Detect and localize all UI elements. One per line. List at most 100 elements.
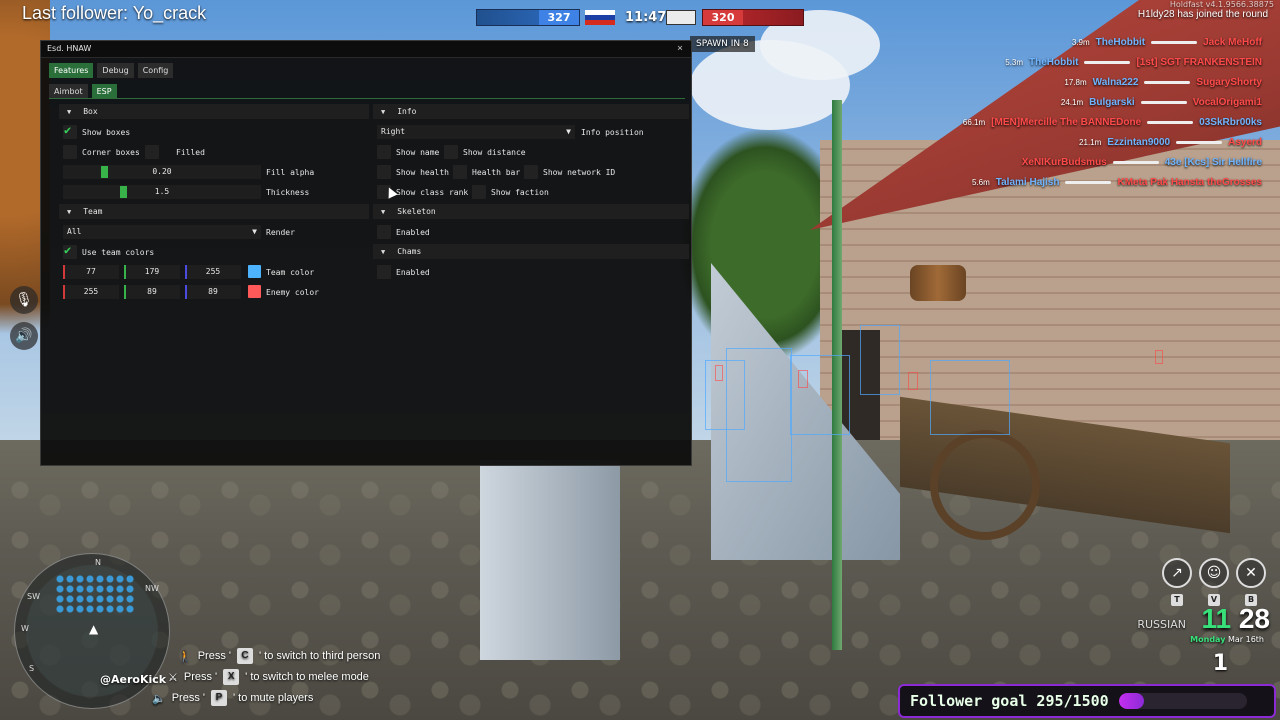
collapse-arrow-icon: ▼ <box>67 207 72 216</box>
weapon-icon <box>1084 60 1131 64</box>
follower-goal-track <box>1118 693 1247 709</box>
thickness-label: Thickness <box>266 188 310 197</box>
show-health-checkbox[interactable] <box>377 165 391 179</box>
killer-name: Ezzintan9000 <box>1107 136 1171 148</box>
info-section-header[interactable]: ▼ Info <box>373 104 689 119</box>
window-title[interactable]: Esd. HNAW <box>41 41 691 58</box>
speaker-icon: 🔈 <box>152 692 166 705</box>
sub-tabs: Aimbot ESP <box>49 84 117 99</box>
skeleton-enabled-checkbox[interactable] <box>377 225 391 239</box>
emote-icon[interactable]: ☺ <box>1199 558 1229 588</box>
show-name-checkbox[interactable] <box>377 145 391 159</box>
weapon-icon <box>1140 100 1187 104</box>
show-network-id-checkbox[interactable] <box>524 165 538 179</box>
chams-enabled-checkbox[interactable] <box>377 265 391 279</box>
killer-name: Talami Hajish <box>995 176 1060 188</box>
skeleton-section-header[interactable]: ▼ Skeleton <box>373 204 689 219</box>
victim-name: KMeta Pak Hansta theGrosses <box>1117 176 1262 188</box>
chams-section-header[interactable]: ▼ Chams <box>373 244 689 259</box>
enemy-color-g-value: 89 <box>147 287 157 296</box>
hint-third-person: 🚶 Press ' C ' to switch to third person <box>178 648 380 664</box>
enemy-color-g-input[interactable]: 89 <box>124 285 180 299</box>
order-icon[interactable]: ↗ <box>1162 558 1192 588</box>
collapse-arrow-icon: ▼ <box>381 247 386 256</box>
weapon-icon <box>1144 80 1191 84</box>
minimap-direction: SW <box>27 592 40 601</box>
box-section-header[interactable]: ▼ Box <box>59 104 369 119</box>
microphone-icon[interactable]: 🎙 <box>10 286 38 314</box>
filled-checkbox[interactable] <box>145 145 159 159</box>
chams-header-label: Chams <box>397 247 422 256</box>
thickness-slider[interactable]: 1.5 <box>63 185 261 199</box>
key-x-icon: X <box>223 669 240 685</box>
esp-menu-window[interactable]: Esd. HNAW × Features Debug Config Aimbot… <box>40 40 692 466</box>
hint-suffix: ' to switch to third person <box>258 650 381 662</box>
esp-marker <box>908 372 918 390</box>
enemy-color-swatch[interactable] <box>248 285 261 298</box>
melee-icon[interactable]: ✕ <box>1236 558 1266 588</box>
esp-box <box>790 355 850 435</box>
tab-config[interactable]: Config <box>137 63 174 78</box>
killfeed-row: 24.1m Bulgarski VocalOrigami1 <box>942 92 1262 112</box>
corner-boxes-label: Corner boxes <box>82 148 140 157</box>
blue-team-score-bar: 327 <box>476 9 580 26</box>
tab-aimbot[interactable]: Aimbot <box>49 84 88 99</box>
weapon-icon <box>1151 40 1198 44</box>
enemy-color-r-value: 255 <box>83 287 99 296</box>
clock-hours: 11 <box>1201 603 1232 634</box>
team-color-r-input[interactable]: 77 <box>63 265 119 279</box>
team-color-g-input[interactable]: 179 <box>124 265 180 279</box>
key-p-icon: P <box>210 690 227 706</box>
tab-features[interactable]: Features <box>49 63 94 78</box>
esp-box <box>726 348 792 482</box>
team-section-header[interactable]: ▼ Team <box>59 204 369 219</box>
killfeed-row: 21.1m Ezzintan9000 Asyerd <box>942 132 1262 152</box>
killer-name: [MEN]Mercille The BANNEDone <box>991 116 1142 128</box>
kill-distance: 24.1m <box>1060 97 1084 107</box>
fill-alpha-slider[interactable]: 0.20 <box>63 165 261 179</box>
close-icon[interactable]: × <box>673 42 687 56</box>
hint-prefix: Press ' <box>171 692 205 704</box>
show-distance-checkbox[interactable] <box>444 145 458 159</box>
skeleton-enabled-label: Enabled <box>396 228 430 237</box>
player-arrow-icon: ▲ <box>89 622 99 636</box>
speaker-icon[interactable]: 🔊 <box>10 322 38 350</box>
minimap-direction: W <box>21 624 29 633</box>
enemy-color-b-input[interactable]: 89 <box>185 285 241 299</box>
tab-esp[interactable]: ESP <box>91 84 117 99</box>
russia-flag-icon <box>585 10 615 25</box>
team-color-swatch[interactable] <box>248 265 261 278</box>
minimap-direction: NW <box>145 584 159 593</box>
victim-name: VocalOrigami1 <box>1192 96 1262 108</box>
weapon-icon <box>1065 180 1112 184</box>
enemy-color-label: Enemy color <box>266 288 319 297</box>
info-position-combo[interactable]: Right ▼ <box>377 125 575 139</box>
corner-boxes-checkbox[interactable] <box>63 145 77 159</box>
team-color-b-input[interactable]: 255 <box>185 265 241 279</box>
health-bar-checkbox[interactable] <box>453 165 467 179</box>
render-combo[interactable]: All ▼ <box>63 225 261 239</box>
hint-mute: 🔈 Press ' P ' to mute players <box>152 690 313 706</box>
follower-goal-progress <box>1118 693 1144 709</box>
hanging-barrel <box>910 265 966 301</box>
show-class-rank-label: Show class rank <box>396 188 469 197</box>
info-header-label: Info <box>397 107 417 116</box>
tab-divider <box>49 98 685 99</box>
show-faction-checkbox[interactable] <box>472 185 486 199</box>
filled-label: Filled <box>176 148 205 157</box>
use-team-colors-checkbox[interactable] <box>63 243 77 259</box>
enemy-color-r-input[interactable]: 255 <box>63 285 119 299</box>
tab-debug[interactable]: Debug <box>97 63 134 78</box>
chams-enabled-label: Enabled <box>396 268 430 277</box>
show-health-label: Show health <box>396 168 449 177</box>
channel-bar <box>124 285 126 299</box>
victim-name: 03SkRbr00ks <box>1199 116 1262 128</box>
collapse-arrow-icon: ▼ <box>381 107 386 116</box>
show-distance-label: Show distance <box>463 148 526 157</box>
version-label: Holdfast v4.1.9566.38875 <box>1169 0 1274 9</box>
skeleton-header-label: Skeleton <box>397 207 436 216</box>
victim-name: SugaryShorty <box>1196 76 1262 88</box>
show-boxes-checkbox[interactable] <box>63 123 77 139</box>
minimap-direction: S <box>29 664 35 673</box>
victim-name: 43e [Kcs] Sir Hellfire <box>1164 156 1262 168</box>
